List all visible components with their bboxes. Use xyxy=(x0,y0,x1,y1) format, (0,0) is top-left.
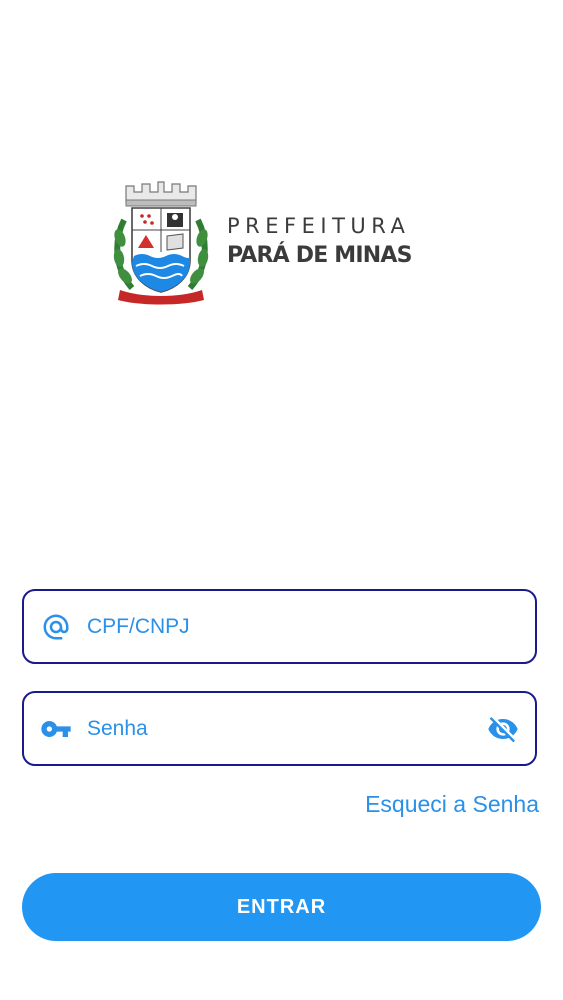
coat-of-arms-icon xyxy=(113,181,209,305)
at-sign-icon xyxy=(40,611,72,643)
cpf-cnpj-input[interactable] xyxy=(87,591,477,662)
password-input[interactable] xyxy=(87,693,477,764)
city-logo: PREFEITURA PARÁ DE MINAS xyxy=(112,180,442,310)
key-icon xyxy=(40,713,72,745)
logo-wordmark: PREFEITURA PARÁ DE MINAS xyxy=(227,214,412,269)
logo-title: PREFEITURA xyxy=(227,214,411,238)
password-field[interactable] xyxy=(22,691,537,766)
cpf-cnpj-field[interactable] xyxy=(22,589,537,664)
login-button[interactable]: ENTRAR xyxy=(22,873,541,941)
forgot-password-link[interactable]: Esqueci a Senha xyxy=(365,791,539,818)
eye-off-icon[interactable] xyxy=(485,711,521,747)
login-screen: PREFEITURA PARÁ DE MINAS Esqueci a Senha… xyxy=(0,0,563,1000)
logo-city-name: PARÁ DE MINAS xyxy=(227,243,412,268)
